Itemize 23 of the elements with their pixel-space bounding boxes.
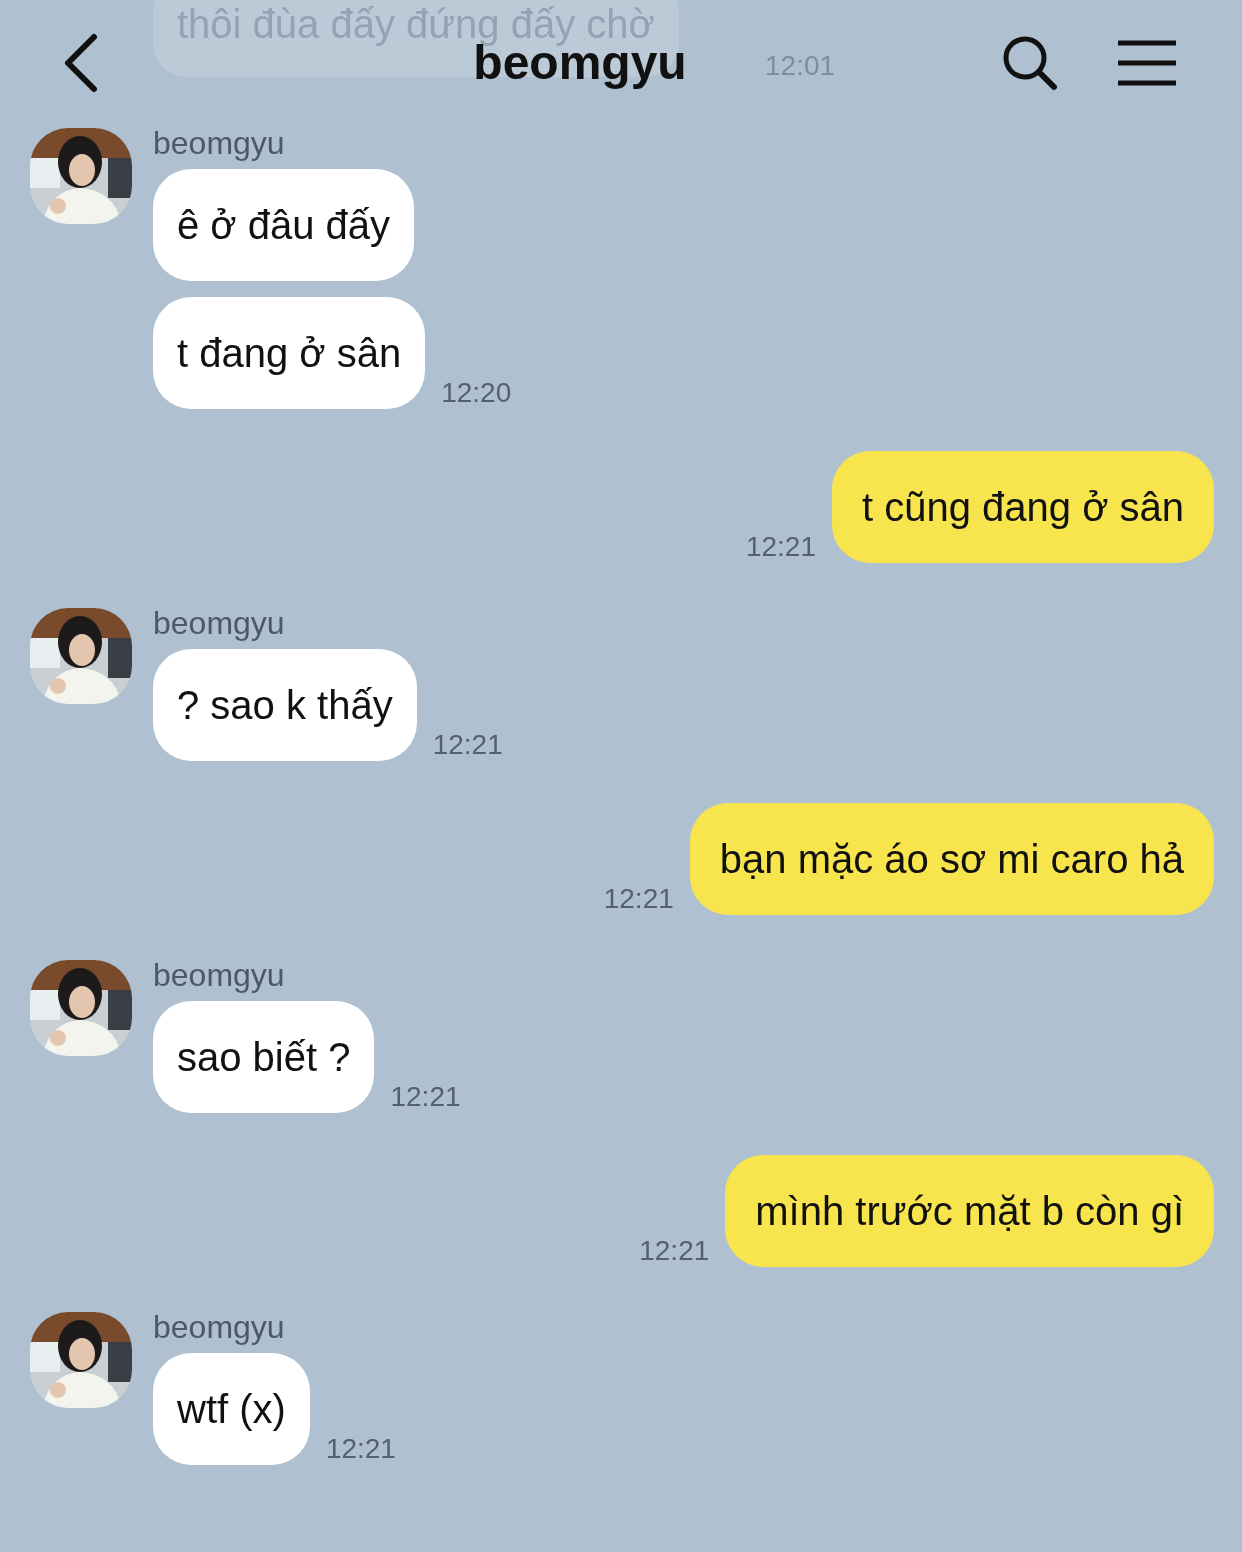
menu-icon[interactable] xyxy=(1116,38,1178,87)
message-time: 12:21 xyxy=(390,1081,461,1113)
sender-name: beomgyu xyxy=(153,125,286,161)
sender-name: beomgyu xyxy=(153,605,286,641)
message-time: 12:21 xyxy=(603,883,674,915)
message-time: 12:20 xyxy=(441,377,512,409)
message-time: 12:21 xyxy=(745,531,816,563)
message-bubble: t đang ở sân xyxy=(153,297,426,409)
sender-name: beomgyu xyxy=(153,1309,286,1345)
message-bubble: ê ở đâu đấy xyxy=(153,169,415,281)
message-bubble: ? sao k thấy xyxy=(153,649,417,761)
chat-title: beomgyu xyxy=(473,36,687,90)
message-time: 12:21 xyxy=(639,1235,710,1267)
message-bubble: mình trước mặt b còn gì xyxy=(725,1155,1214,1267)
message-bubble: sao biết ? xyxy=(153,1001,375,1113)
message-time: 12:21 xyxy=(325,1433,396,1465)
message-bubble: t cũng đang ở sân xyxy=(832,451,1214,563)
back-icon[interactable] xyxy=(62,32,98,93)
message-bubble: bạn mặc áo sơ mi caro hả xyxy=(689,803,1214,915)
message-bubble: wtf (x) xyxy=(153,1353,310,1465)
sender-name: beomgyu xyxy=(153,957,286,993)
search-icon[interactable] xyxy=(1002,34,1058,91)
message-time: 12:21 xyxy=(432,729,503,761)
